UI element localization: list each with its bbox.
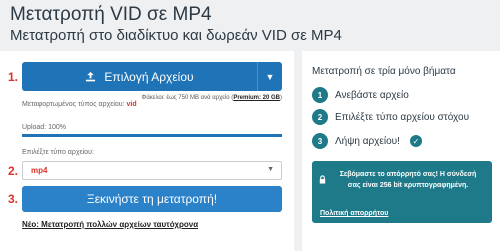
uploaded-ext: vid bbox=[126, 101, 137, 108]
check-icon: ✓ bbox=[409, 135, 422, 147]
privacy-text: Σεβόμαστε το απόρρητό σας! Η σύνδεσή σας… bbox=[339, 171, 477, 189]
page-subtitle: Μετατροπή στο διαδίκτυο και δωρεάν VID σ… bbox=[10, 27, 342, 44]
step-item-download: 3 Λήψη αρχείου! ✓ bbox=[312, 133, 422, 149]
format-select[interactable]: mp4 ▼ bbox=[22, 161, 282, 180]
privacy-policy-link[interactable]: Πολιτική απορρήτου bbox=[320, 210, 388, 217]
converter-panel: 1. Επιλογή Αρχείου ▼ Φάκελοι: έως 750 MB… bbox=[0, 51, 294, 251]
upload-source-dropdown[interactable]: ▼ bbox=[258, 62, 282, 91]
step-label: Επιλέξτε τύπο αρχείου στόχου bbox=[335, 111, 470, 123]
upload-progress-fill bbox=[22, 134, 282, 137]
format-selected-value: mp4 bbox=[31, 166, 48, 175]
start-conversion-button[interactable]: Ξεκινήστε τη μετατροπή! bbox=[22, 186, 282, 212]
premium-link[interactable]: Premium: 20 GB bbox=[233, 95, 280, 101]
step-label: Ανεβάστε αρχείο bbox=[335, 89, 409, 101]
upload-progress-label: Upload: 100% bbox=[22, 124, 66, 131]
steps-title: Μετατροπή σε τρία μόνο βήματα bbox=[312, 66, 456, 77]
caret-down-icon: ▼ bbox=[265, 71, 275, 82]
page: Μετατροπή VID σε MP4 Μετατροπή στο διαδί… bbox=[0, 0, 500, 251]
format-label: Επιλέξτε τύπο αρχείου: bbox=[22, 149, 94, 156]
choose-file-label: Επιλογή Αρχείου bbox=[104, 69, 194, 84]
step-item-upload: 1 Ανεβάστε αρχείο bbox=[312, 87, 409, 103]
step-number-2: 2. bbox=[8, 164, 19, 178]
privacy-box: Σεβόμαστε το απόρρητό σας! Η σύνδεσή σας… bbox=[312, 161, 492, 223]
step-circle: 3 bbox=[312, 133, 328, 149]
step-number-3: 3. bbox=[8, 192, 19, 206]
step-number-1: 1. bbox=[8, 70, 19, 84]
choose-file-main[interactable]: Επιλογή Αρχείου bbox=[22, 62, 257, 91]
chevron-down-icon: ▼ bbox=[267, 166, 274, 173]
page-title: Μετατροπή VID σε MP4 bbox=[10, 4, 212, 25]
step-label: Λήψη αρχείου! bbox=[335, 135, 400, 147]
uploaded-type: Μεταφορτωμένος τύπος αρχείου: vid bbox=[22, 101, 137, 108]
upload-icon bbox=[86, 71, 96, 82]
lock-icon bbox=[319, 175, 326, 184]
multi-file-link[interactable]: Νέο: Μετατροπή πολλών αρχείων ταυτόχρονα bbox=[22, 220, 198, 229]
step-item-choose-type: 2 Επιλέξτε τύπο αρχείου στόχου bbox=[312, 109, 469, 125]
step-circle: 2 bbox=[312, 109, 328, 125]
choose-file-button[interactable]: Επιλογή Αρχείου ▼ bbox=[22, 62, 282, 91]
upload-progress-bar bbox=[22, 134, 282, 137]
step-circle: 1 bbox=[312, 87, 328, 103]
steps-panel: Μετατροπή σε τρία μόνο βήματα 1 Ανεβάστε… bbox=[302, 51, 500, 251]
